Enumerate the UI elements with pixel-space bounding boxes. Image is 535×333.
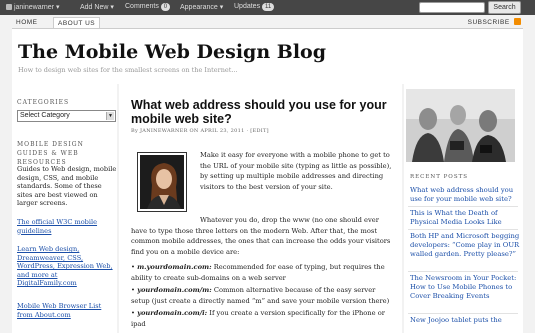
author-photo	[138, 153, 186, 211]
admin-bar: janinewarner ▾ Add New ▾ Comments 0 Appe…	[0, 0, 535, 15]
list-item: • yourdomain.com/i: If you create a vers…	[131, 309, 385, 328]
recent-posts-heading: Recent Posts	[410, 174, 469, 180]
recent-post-link[interactable]: New Joojoo tablet puts the	[410, 316, 520, 325]
list-item: • m.yourdomain.com: Recommended for ease…	[131, 263, 385, 282]
w3c-guidelines-link[interactable]: The official W3C mobile guidelines	[17, 218, 117, 235]
subscribe-label: SUBSCRIBE	[467, 19, 510, 26]
main-content: What web address should you use for your…	[119, 84, 402, 333]
chevron-down-icon: ▾	[110, 4, 114, 11]
list-term: yourdomain.com/m:	[137, 286, 212, 294]
appearance-label: Appearance	[180, 4, 218, 11]
mobile-browser-list-link[interactable]: Mobile Web Browser List from About.com	[17, 302, 117, 319]
divider	[408, 313, 518, 314]
digitalfamily-link[interactable]: Learn Web design, Dreamweaver, CSS, Word…	[17, 245, 117, 288]
subscribe-link[interactable]: SUBSCRIBE	[468, 17, 521, 28]
chevron-down-icon: ▾	[219, 4, 224, 11]
post-title[interactable]: What web address should you use for your…	[131, 98, 396, 126]
resources-heading: Mobile Design Guides & Web Resources	[17, 141, 84, 166]
left-sidebar: Categories Select Category ▼ Mobile Desi…	[12, 84, 117, 333]
post-paragraph-1: Make it easy for everyone with a mobile …	[200, 151, 392, 191]
list-item: • yourdomain.com/m: Common alternative b…	[131, 286, 390, 305]
site-description: How to design web sites for the smallest…	[18, 66, 238, 74]
list-term: m.yourdomain.com:	[137, 263, 212, 271]
appearance-menu[interactable]: Appearance ▾	[180, 3, 223, 11]
avatar-icon	[6, 4, 12, 10]
search-button[interactable]: Search	[488, 1, 521, 14]
rss-icon	[514, 18, 521, 25]
recent-post-link[interactable]: The Newsroom in Your Pocket: How to Use …	[410, 274, 520, 301]
divider	[408, 206, 518, 207]
site-title[interactable]: The Mobile Web Design Blog	[18, 41, 326, 63]
right-sidebar: Recent Posts What web address should you…	[404, 84, 523, 333]
add-new-menu[interactable]: Add New ▾	[80, 3, 114, 11]
list-term: yourdomain.com/i:	[137, 309, 208, 317]
divider	[408, 271, 518, 272]
updates-label: Updates	[234, 3, 261, 10]
nav-home[interactable]: HOME	[16, 17, 38, 28]
main-nav: HOME ABOUT US SUBSCRIBE	[12, 17, 523, 28]
user-menu[interactable]: janinewarner ▾	[6, 3, 60, 11]
categories-heading: Categories	[17, 99, 70, 106]
recent-post-link[interactable]: What web address should you use for your…	[410, 186, 520, 204]
search-input[interactable]	[419, 2, 485, 13]
add-new-label: Add New	[80, 4, 109, 11]
post-paragraph-2: Whatever you do, drop the www (no one sh…	[131, 216, 391, 256]
divider	[408, 229, 518, 230]
nav-about-us[interactable]: ABOUT US	[53, 17, 101, 28]
updates-menu[interactable]: Updates 11	[234, 3, 275, 11]
recent-post-link[interactable]: Both HP and Microsoft begging developers…	[410, 232, 520, 259]
chevron-down-icon: ▾	[56, 4, 60, 11]
comments-label: Comments	[125, 3, 159, 10]
resources-text: Guides to Web design, mobile design, CSS…	[17, 165, 117, 208]
recent-post-link[interactable]: This is What the Death of Physical Media…	[410, 209, 520, 227]
post-byline: By JANINEWARNER ON APRIL 23, 2011 · [EDI…	[131, 128, 269, 134]
chevron-down-icon: ▼	[106, 112, 114, 120]
site-header: The Mobile Web Design Blog How to design…	[12, 28, 523, 84]
category-select[interactable]: Select Category ▼	[17, 110, 116, 122]
updates-count-badge: 11	[262, 3, 275, 11]
sidebar-banner-image	[406, 89, 515, 162]
category-select-value: Select Category	[20, 112, 70, 119]
comments-menu[interactable]: Comments 0	[125, 3, 171, 11]
comments-count-badge: 0	[160, 3, 171, 11]
user-name: janinewarner	[13, 4, 55, 11]
